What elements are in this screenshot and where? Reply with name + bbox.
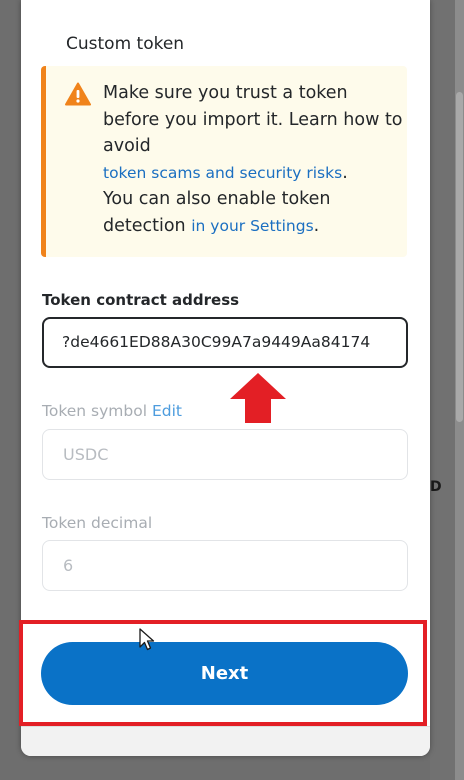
red-arrow-annotation — [230, 373, 286, 423]
screen: D Custom token Make sure you trust a tok… — [0, 0, 464, 780]
token-symbol-edit-link[interactable]: Edit — [152, 402, 182, 420]
mouse-cursor-icon — [139, 628, 155, 651]
custom-token-title[interactable]: Custom token — [66, 34, 184, 54]
contract-address-label: Token contract address — [42, 291, 240, 309]
warning-period-2: . — [313, 215, 320, 236]
warning-banner: Make sure you trust a token before you i… — [41, 66, 407, 257]
popup-footer — [21, 726, 430, 756]
token-decimal-input[interactable]: 6 — [42, 540, 408, 591]
next-button-highlight-box — [19, 620, 427, 726]
token-decimal-label: Token decimal — [42, 514, 153, 532]
warning-triangle-icon — [65, 82, 91, 106]
warning-text: Make sure you trust a token before you i… — [103, 80, 403, 239]
warning-period-1: . — [342, 162, 348, 183]
settings-link[interactable]: in your Settings — [191, 217, 313, 235]
token-symbol-label: Token symbol — [42, 402, 148, 420]
token-symbol-label-row: Token symbol Edit — [42, 402, 182, 420]
contract-address-input[interactable]: ?de4661ED88A30C99A7a9449Aa84174 — [42, 317, 408, 368]
background-scrollbar-thumb[interactable] — [456, 92, 463, 422]
warning-line-1: Make sure you trust a token before you i… — [103, 83, 403, 156]
token-scams-link[interactable]: token scams and security risks — [103, 164, 342, 182]
token-symbol-input[interactable]: USDC — [42, 429, 408, 480]
background-partial-text: D — [430, 479, 442, 495]
